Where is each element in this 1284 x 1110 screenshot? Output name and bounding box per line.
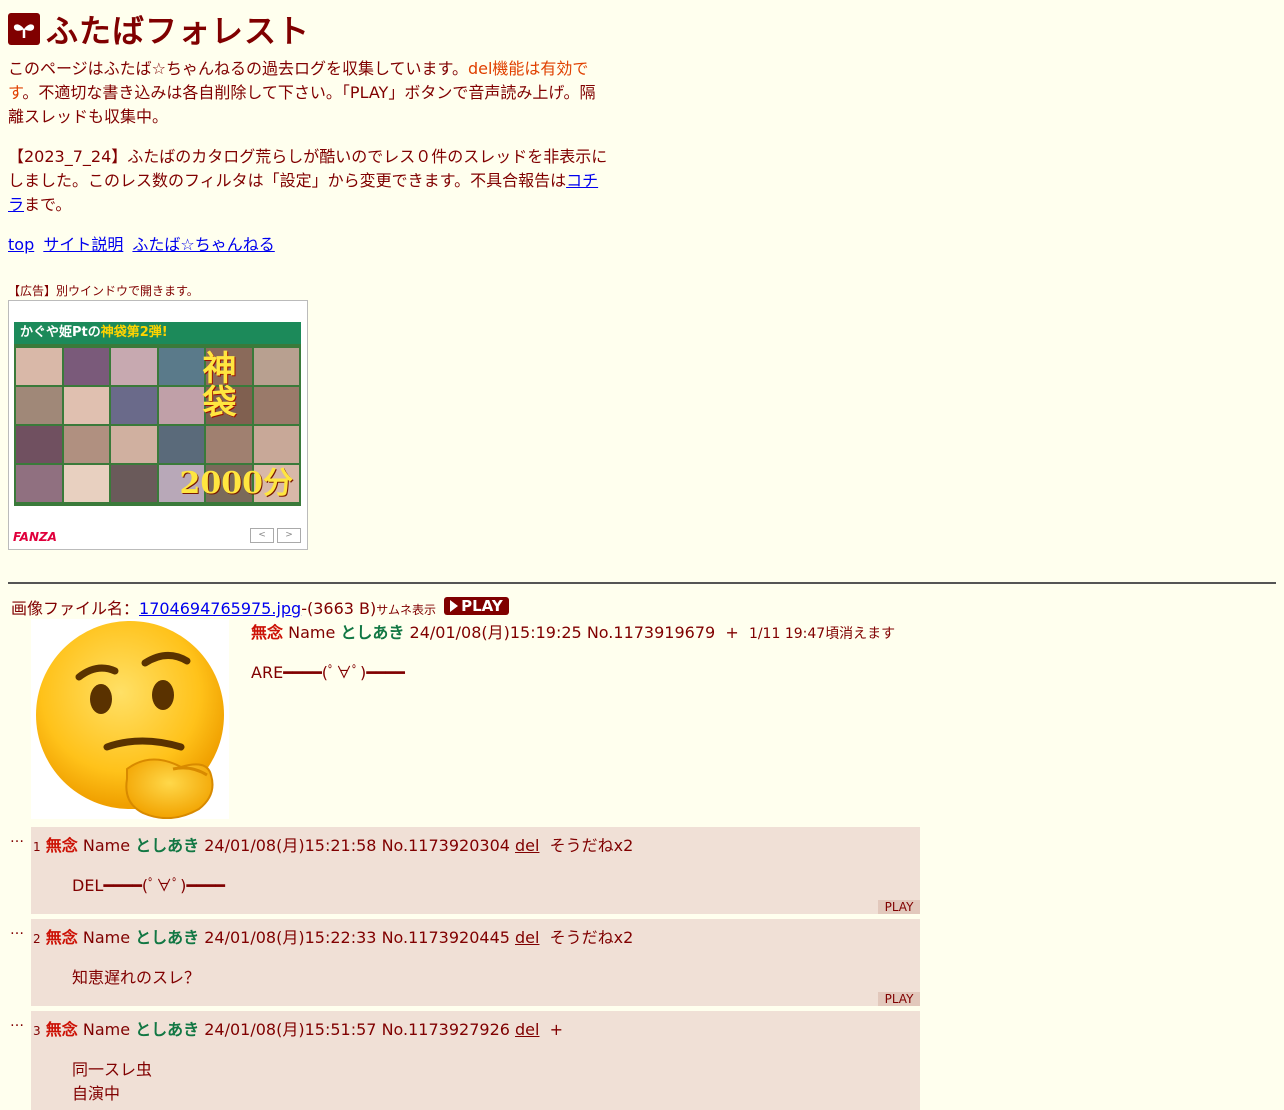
notice-text: 【2023_7_24】ふたばのカタログ荒らしが酷いのでレス０件のスレッドを非表示…: [8, 145, 608, 217]
fanza-logo: FANZA: [13, 530, 57, 544]
site-title[interactable]: ふたばフォレスト: [46, 6, 310, 52]
page: ふたばフォレスト このページはふたば☆ちゃんねるの過去ログを収集しています。de…: [0, 0, 1284, 1110]
thread-thumbnail[interactable]: [31, 619, 229, 820]
reply-plus[interactable]: +: [550, 1020, 563, 1039]
reply-body: DEL━━━━(ﾟ∀ﾟ)━━━━: [72, 874, 225, 898]
reply-subject: 無念: [45, 836, 78, 855]
reply-post: 3 無念 Name としあき 24/01/08(月)15:51:57 No.11…: [31, 1011, 920, 1110]
op-plus[interactable]: +: [725, 623, 738, 642]
reply-header: 3 無念 Name としあき 24/01/08(月)15:51:57 No.11…: [33, 1018, 563, 1043]
reply-datetime: 24/01/08(月)15:21:58: [204, 836, 377, 855]
reply-line: DEL━━━━(ﾟ∀ﾟ)━━━━: [72, 876, 225, 895]
op-expire: 1/11 19:47頃消えます: [748, 626, 896, 642]
reply-menu-dots[interactable]: …: [10, 830, 24, 846]
reply-name-label: Name: [82, 836, 131, 855]
sodane-button[interactable]: そうだねx2: [550, 836, 634, 855]
reply-index: 2: [33, 932, 41, 946]
notice-suffix: まで。: [24, 195, 72, 214]
reply-number[interactable]: No.1173920304: [382, 836, 510, 855]
chevron-left-icon[interactable]: <: [250, 528, 274, 543]
thumb-toggle[interactable]: サムネ表示: [376, 603, 436, 617]
reply-menu-dots[interactable]: …: [10, 1014, 24, 1030]
ad-kami-text: 神袋: [196, 350, 236, 418]
reply-number[interactable]: No.1173920445: [382, 928, 510, 947]
reply-number[interactable]: No.1173927926: [382, 1020, 510, 1039]
reply-index: 3: [33, 1024, 41, 1038]
sodane-button[interactable]: そうだねx2: [550, 928, 634, 947]
reply-name: としあき: [135, 928, 200, 947]
del-link[interactable]: del: [515, 836, 539, 855]
play-button[interactable]: PLAY: [444, 597, 509, 615]
thinking-face-icon: [36, 621, 224, 820]
op-subject: 無念: [251, 623, 284, 642]
divider: [8, 582, 1276, 584]
nav-link-futaba[interactable]: ふたば☆ちゃんねる: [132, 235, 274, 254]
reply-header: 1 無念 Name としあき 24/01/08(月)15:21:58 No.11…: [33, 834, 633, 859]
reply-play-button[interactable]: PLAY: [878, 900, 920, 914]
ad-headline-a: かぐや姫Ptの: [20, 325, 101, 340]
op-name-label: Name: [288, 623, 336, 642]
ad-headline: かぐや姫Ptの神袋第2弾!: [14, 322, 301, 344]
op-body: ARE━━━━(ﾟ∀ﾟ)━━━━: [251, 663, 405, 682]
reply-body: 知恵遅れのスレ？: [72, 966, 200, 990]
site-header: ふたばフォレスト: [8, 6, 310, 52]
intro-part1: このページはふたば☆ちゃんねるの過去ログを収集しています。: [8, 59, 468, 78]
reply-body: 同一スレ虫 自演中: [72, 1058, 152, 1106]
reply-name: としあき: [135, 836, 200, 855]
reply-line: 同一スレ虫: [72, 1060, 153, 1079]
ad-headline-b: 神袋第2弾!: [100, 325, 168, 340]
nav-link-about[interactable]: サイト説明: [43, 235, 123, 254]
reply-subject: 無念: [45, 928, 78, 947]
intro-text: このページはふたば☆ちゃんねるの過去ログを収集しています。del機能は有効です。…: [8, 57, 608, 129]
play-label: PLAY: [461, 597, 503, 615]
reply-header: 2 無念 Name としあき 24/01/08(月)15:22:33 No.11…: [33, 926, 633, 951]
ad-big-text: 2000分: [179, 466, 294, 501]
reply-post: 1 無念 Name としあき 24/01/08(月)15:21:58 No.11…: [31, 827, 920, 914]
reply-play-button[interactable]: PLAY: [878, 992, 920, 1006]
op-number[interactable]: No.1173919679: [587, 623, 715, 642]
nav-links: top サイト説明 ふたば☆ちゃんねる: [8, 233, 279, 257]
reply-post: 2 無念 Name としあき 24/01/08(月)15:22:33 No.11…: [31, 919, 920, 1006]
intro-part2: 。不適切な書き込みは各自削除して下さい。「PLAY」ボタンで音声読み上げ。隔離ス…: [8, 83, 596, 126]
del-link[interactable]: del: [515, 1020, 539, 1039]
file-info: 画像ファイル名：1704694765975.jpg-(3663 B)サムネ表示 …: [11, 597, 509, 621]
op-name: としあき: [340, 623, 405, 642]
file-link[interactable]: 1704694765975.jpg: [139, 599, 301, 618]
op-header: 無念 Name としあき 24/01/08(月)15:19:25 No.1173…: [251, 621, 895, 646]
reply-name-label: Name: [82, 1020, 131, 1039]
notice-body: 【2023_7_24】ふたばのカタログ荒らしが酷いのでレス０件のスレッドを非表示…: [8, 147, 608, 190]
reply-datetime: 24/01/08(月)15:22:33: [204, 928, 377, 947]
ad-banner-box[interactable]: かぐや姫Ptの神袋第2弾! 神袋 2000分 FANZA < >: [8, 300, 308, 550]
reply-index: 1: [33, 840, 41, 854]
ad-image[interactable]: かぐや姫Ptの神袋第2弾! 神袋 2000分: [14, 322, 301, 506]
reply-line: 知恵遅れのスレ？: [72, 968, 201, 987]
reply-name-label: Name: [82, 928, 131, 947]
reply-menu-dots[interactable]: …: [10, 922, 24, 938]
reply-subject: 無念: [45, 1020, 78, 1039]
op-datetime: 24/01/08(月)15:19:25: [409, 623, 582, 642]
reply-line: 自演中: [72, 1084, 121, 1103]
del-link[interactable]: del: [515, 928, 539, 947]
reply-datetime: 24/01/08(月)15:51:57: [204, 1020, 377, 1039]
play-icon: [450, 600, 459, 612]
file-size: -(3663 B): [301, 599, 377, 618]
chevron-right-icon[interactable]: >: [277, 528, 301, 543]
ad-nav: < >: [250, 528, 301, 543]
file-label: 画像ファイル名：: [11, 599, 140, 618]
sprout-icon[interactable]: [8, 13, 40, 45]
nav-link-top[interactable]: top: [8, 235, 34, 254]
ad-note: 【広告】別ウインドウで開きます。: [8, 284, 199, 298]
reply-name: としあき: [135, 1020, 200, 1039]
